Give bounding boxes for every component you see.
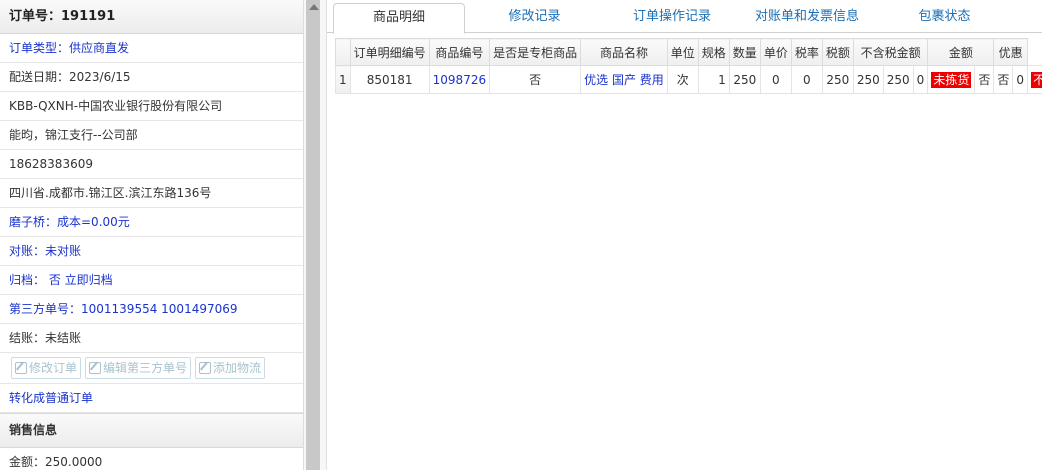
- order-number-header: 订单号：191191: [0, 0, 303, 34]
- col-counter[interactable]: 是否是专柜商品: [489, 38, 582, 66]
- col-index: [335, 38, 351, 66]
- cell-price: 0: [759, 65, 792, 94]
- col-product-id[interactable]: 商品编号: [428, 38, 491, 66]
- cell-spec: 1: [697, 65, 730, 94]
- col-net[interactable]: 不含税金额: [852, 38, 929, 66]
- cell-unit: 次: [666, 65, 699, 94]
- splitter-scrollbar[interactable]: [306, 0, 320, 470]
- tab-operation-log[interactable]: 订单操作记录: [602, 3, 742, 31]
- cell-tax: 250: [821, 65, 854, 94]
- col-detail-id[interactable]: 订单明细编号: [349, 38, 430, 66]
- table-row[interactable]: 1 850181 1098726 否 优选 国产 费用 次 1 250 0 0 …: [335, 65, 1042, 94]
- cell-product-id[interactable]: 1098726: [428, 65, 491, 94]
- tab-package-status[interactable]: 包裹状态: [882, 3, 1007, 31]
- settle-status: 结账：未结账: [0, 324, 303, 353]
- third-party-number: 第三方单号：1001139554 1001497069: [0, 295, 303, 324]
- modify-order-button[interactable]: 修改订单: [11, 357, 82, 379]
- edit-third-party-label: 编辑第三方单号: [103, 361, 188, 375]
- convert-order-link[interactable]: 转化成普通订单: [0, 384, 303, 413]
- tab-reconcile-invoice[interactable]: 对账单和发票信息: [742, 3, 872, 31]
- edit-icon: [89, 362, 102, 374]
- row-index: 1: [335, 65, 351, 94]
- cell-amount: 250: [882, 65, 914, 94]
- col-unit[interactable]: 单位: [666, 38, 699, 66]
- panel-splitter[interactable]: [304, 0, 327, 470]
- add-logistics-label: 添加物流: [213, 361, 262, 375]
- reconcile-status: 对账：未对账: [0, 237, 303, 266]
- phone-number: 18628383609: [0, 150, 303, 179]
- sales-amount: 金额：250.0000: [0, 448, 303, 470]
- cell-extra-3: 0: [1012, 65, 1028, 94]
- col-tax-rate[interactable]: 税率: [790, 38, 823, 66]
- tab-modify-log[interactable]: 修改记录: [477, 3, 592, 31]
- cell-qty: 250: [728, 65, 761, 94]
- edit-icon: [15, 362, 27, 374]
- cell-pick-status: 未拣货: [927, 65, 976, 94]
- delivery-date: 配送日期：2023/6/15: [0, 63, 303, 92]
- col-price[interactable]: 单价: [759, 38, 792, 66]
- col-qty[interactable]: 数量: [728, 38, 761, 66]
- col-spec[interactable]: 规格: [697, 38, 730, 66]
- product-name-link[interactable]: 优选 国产 费用: [584, 73, 664, 87]
- edit-icon: [199, 362, 212, 374]
- cell-discount: 0: [912, 65, 929, 94]
- delivery-address: 四川省.成都市.锦江区.滨江东路136号: [0, 179, 303, 208]
- cell-extra-2: 否: [993, 65, 1014, 94]
- cell-extra-1: 否: [974, 65, 995, 94]
- order-type: 订单类型：供应商直发: [0, 34, 303, 63]
- cell-name[interactable]: 优选 国产 费用: [580, 65, 668, 94]
- col-tax[interactable]: 税额: [821, 38, 854, 66]
- status-badge: 不足: [1031, 72, 1042, 88]
- detail-panel: 商品明细 修改记录 订单操作记录 对账单和发票信息 包裹状态 订单明细编号 商品…: [327, 0, 1042, 470]
- cell-tax-rate: 0: [790, 65, 823, 94]
- modify-order-label: 修改订单: [29, 361, 78, 375]
- cell-net: 250: [852, 65, 884, 94]
- status-badge: 未拣货: [931, 72, 972, 88]
- scroll-up-icon[interactable]: [309, 4, 319, 10]
- cell-detail-id: 850181: [349, 65, 430, 94]
- add-logistics-button[interactable]: 添加物流: [195, 357, 266, 379]
- col-name[interactable]: 商品名称: [580, 38, 668, 66]
- detail-tabs: 商品明细 修改记录 订单操作记录 对账单和发票信息 包裹状态: [327, 0, 1042, 34]
- col-discount[interactable]: 优惠: [993, 38, 1028, 66]
- contact-person: 能昀，锦江支行--公司部: [0, 121, 303, 150]
- product-id-link[interactable]: 1098726: [433, 73, 486, 87]
- action-buttons: 修改订单 编辑第三方单号 添加物流: [0, 353, 303, 384]
- customer-name: KBB-QXNH-中国农业银行股份有限公司: [0, 92, 303, 121]
- col-amount[interactable]: 金额: [927, 38, 995, 66]
- cost-info: 磨子桥：成本=0.00元: [0, 208, 303, 237]
- cell-counter: 否: [489, 65, 582, 94]
- order-info-panel: 订单号：191191 订单类型：供应商直发 配送日期：2023/6/15 KBB…: [0, 0, 304, 470]
- sales-info-title: 销售信息: [0, 413, 303, 448]
- product-detail-table: 订单明细编号 商品编号 是否是专柜商品 商品名称 单位 规格 数量 单价 税率 …: [335, 38, 1042, 94]
- archive-status[interactable]: 归档： 否 立即归档: [0, 266, 303, 295]
- table-header-row: 订单明细编号 商品编号 是否是专柜商品 商品名称 单位 规格 数量 单价 税率 …: [335, 38, 1042, 66]
- tab-product-details[interactable]: 商品明细: [333, 3, 465, 34]
- edit-third-party-button[interactable]: 编辑第三方单号: [85, 357, 192, 379]
- cell-stock-status: 不足: [1026, 65, 1042, 94]
